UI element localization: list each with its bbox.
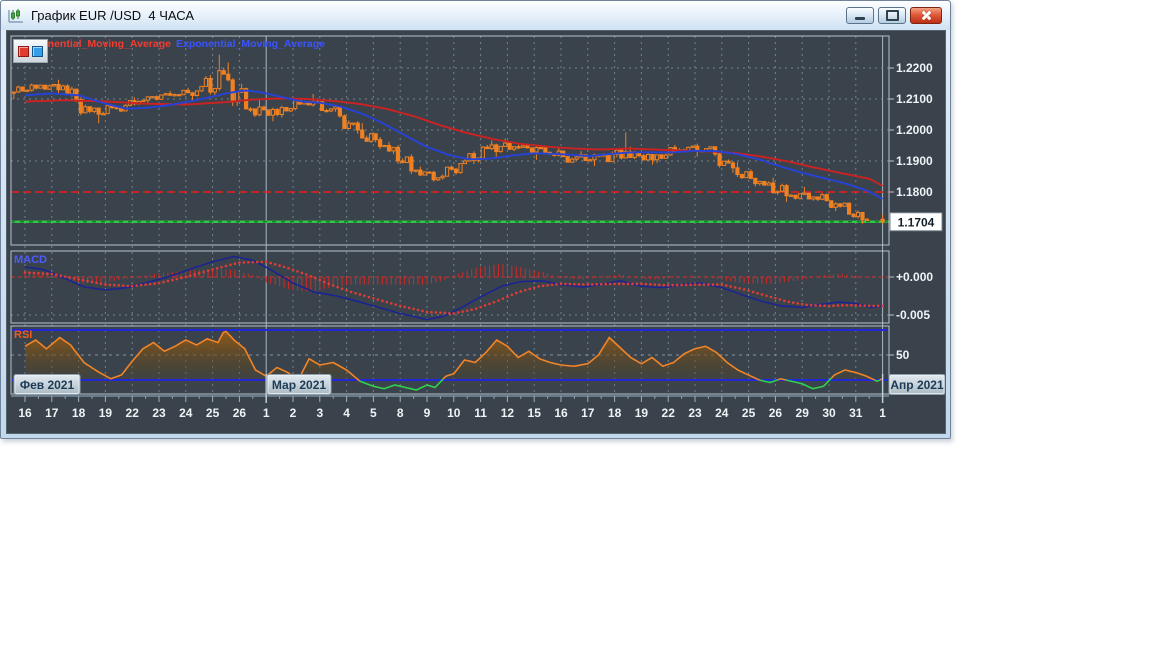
candles: [12, 54, 885, 224]
macd-panel: [12, 255, 888, 321]
indicator-legend: Exponential_Moving_Average Exponential_Mo…: [22, 38, 325, 50]
date-tick-label: 23: [152, 406, 166, 420]
window-title: График EUR /USD 4 ЧАСА: [31, 8, 195, 23]
date-tick-label: 18: [608, 406, 622, 420]
date-tick-label: 24: [179, 406, 193, 420]
date-tick-label: 25: [206, 406, 220, 420]
date-tick-label: 16: [18, 406, 32, 420]
ema-red-swatch-button[interactable]: [18, 45, 29, 57]
candlestick-chart-icon: [7, 8, 25, 24]
minimize-icon: [855, 17, 865, 20]
indicator-axes: +0.000 -0.005 50: [889, 270, 933, 362]
date-tick-label: 17: [45, 406, 59, 420]
svg-text:Апр 2021: Апр 2021: [890, 378, 944, 392]
window-controls: [846, 7, 944, 24]
date-tick-label: 22: [662, 406, 676, 420]
svg-text:1.2200: 1.2200: [896, 61, 933, 75]
price-level-lines: [11, 191, 889, 223]
chart-area: 1.2200 1.2100 1.2000 1.1900 1.1800 1.1704 +0.0…: [6, 30, 946, 434]
svg-text:-0.005: -0.005: [896, 308, 930, 322]
date-tick-label: 4: [343, 406, 350, 420]
date-tick-label: 24: [715, 406, 729, 420]
date-tick-label: 8: [397, 406, 404, 420]
date-tick-label: 11: [474, 406, 487, 420]
date-tick-label: 5: [370, 406, 377, 420]
date-tick-label: 30: [822, 406, 836, 420]
date-tick-label: 1: [879, 406, 886, 420]
date-tick-label: 19: [635, 406, 649, 420]
date-tick-label: 3: [316, 406, 323, 420]
svg-text:+0.000: +0.000: [896, 270, 933, 284]
close-button[interactable]: [910, 7, 942, 24]
rsi-label: RSI: [14, 329, 32, 341]
date-tick-label: 26: [233, 406, 247, 420]
ema-legend-label-blue: Exponential_Moving_Average: [175, 38, 325, 50]
current-price-box: 1.1704: [889, 212, 943, 232]
svg-text:Мар 2021: Мар 2021: [272, 378, 327, 392]
date-tick-label: 17: [581, 406, 595, 420]
date-tick-label: 9: [424, 406, 431, 420]
month-button-mar-2021[interactable]: Мар 2021: [266, 374, 332, 395]
chart-window: График EUR /USD 4 ЧАСА 1.2200 1.2100 1.200…: [0, 0, 951, 439]
rsi-panel: [12, 329, 888, 393]
svg-text:Фев 2021: Фев 2021: [20, 378, 75, 392]
month-button-feb-2021[interactable]: Фев 2021: [13, 374, 81, 395]
date-tick-label: 22: [126, 406, 140, 420]
date-tick-label: 12: [501, 406, 515, 420]
svg-text:1.1900: 1.1900: [896, 154, 933, 168]
date-tick-label: 25: [742, 406, 756, 420]
date-tick-label: 1: [263, 406, 270, 420]
date-tick-label: 23: [688, 406, 702, 420]
svg-text:1.1704: 1.1704: [898, 215, 935, 229]
minimize-button[interactable]: [846, 7, 874, 24]
legend-swatch-box: [13, 39, 48, 63]
date-tick-label: 26: [769, 406, 783, 420]
svg-text:50: 50: [896, 348, 910, 362]
ema-blue-swatch-button[interactable]: [32, 45, 43, 57]
macd-label: MACD: [14, 254, 47, 266]
maximize-icon: [885, 10, 899, 21]
grid: [11, 36, 889, 394]
chart-canvas[interactable]: 1.2200 1.2100 1.2000 1.1900 1.1800 1.1704 +0.0…: [7, 31, 945, 433]
date-tick-label: 15: [528, 406, 542, 420]
maximize-button[interactable]: [878, 7, 906, 24]
date-tick-label: 10: [447, 406, 461, 420]
date-tick-label: 31: [849, 406, 863, 420]
date-tick-label: 16: [554, 406, 568, 420]
titlebar[interactable]: График EUR /USD 4 ЧАСА: [1, 1, 950, 30]
price-panel-plot[interactable]: [10, 35, 890, 246]
month-button-apr-2021[interactable]: Апр 2021: [888, 374, 945, 395]
date-tick-label: 29: [796, 406, 810, 420]
panel-borders: [10, 35, 890, 395]
svg-text:1.2000: 1.2000: [896, 123, 933, 137]
date-tick-label: 18: [72, 406, 86, 420]
ema-slow-line: [24, 97, 884, 187]
date-tick-label: 2: [290, 406, 297, 420]
svg-text:1.2100: 1.2100: [896, 92, 933, 106]
svg-text:1.1800: 1.1800: [896, 185, 933, 199]
date-tick-label: 19: [99, 406, 113, 420]
price-axis: 1.2200 1.2100 1.2000 1.1900 1.1800: [889, 61, 933, 199]
close-icon: [921, 10, 932, 21]
